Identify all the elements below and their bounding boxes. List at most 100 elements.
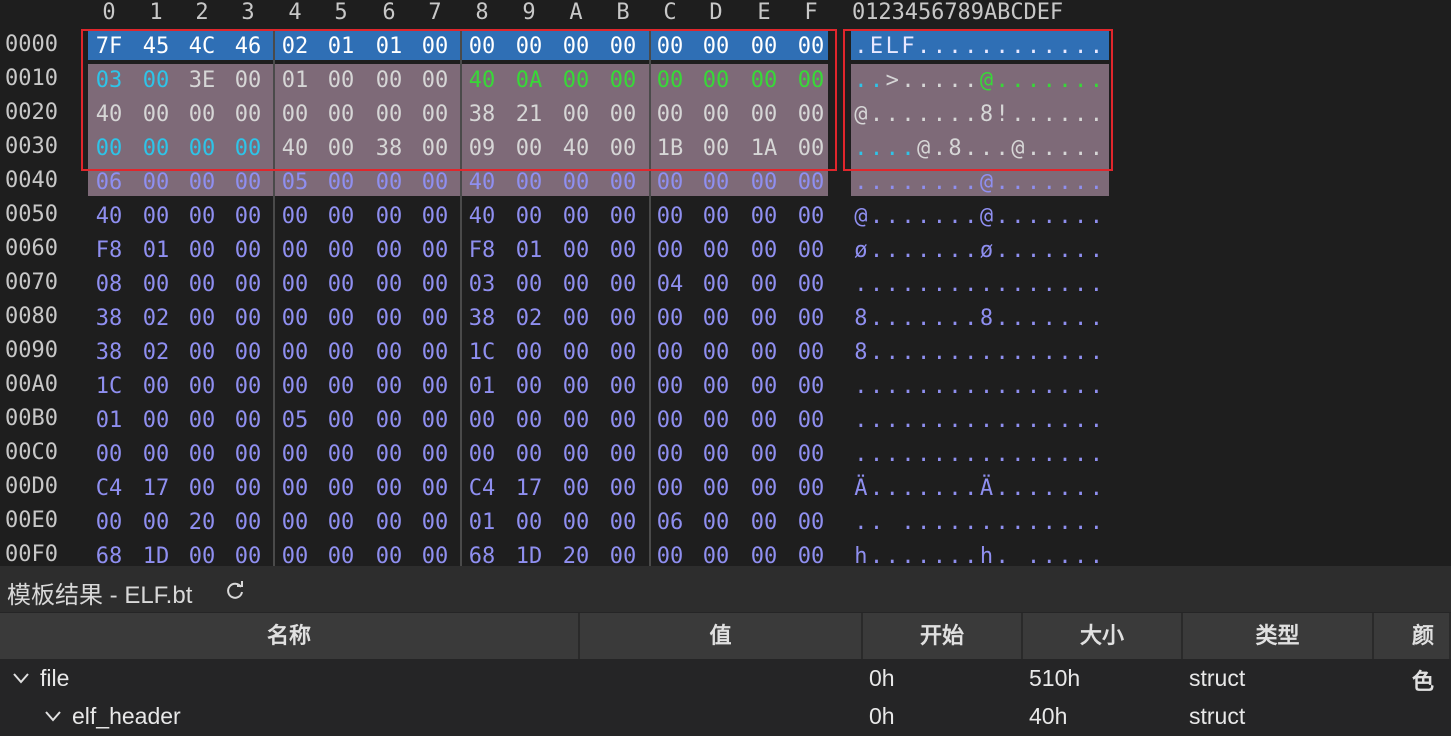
hex-byte[interactable]: 00 [651,302,689,336]
hex-byte[interactable]: 00 [276,302,314,336]
hex-byte[interactable]: 00 [276,336,314,370]
ascii-char[interactable]: . [1057,370,1073,404]
hex-byte[interactable]: 00 [322,302,360,336]
hex-byte[interactable]: 00 [322,200,360,234]
ascii-char[interactable]: . [932,540,948,566]
hex-byte[interactable]: 04 [651,268,689,302]
hex-byte[interactable]: 00 [370,336,408,370]
ascii-char[interactable]: . [947,268,963,302]
ascii-char[interactable]: . [900,166,916,200]
ascii-char[interactable]: . [900,268,916,302]
ascii-char[interactable]: . [900,506,916,540]
ascii-char[interactable]: . [979,268,995,302]
hex-byte[interactable]: 00 [322,370,360,404]
ascii-char[interactable]: . [869,268,885,302]
ascii-char[interactable]: 8 [853,336,869,370]
ascii-char[interactable]: . [853,438,869,472]
hex-byte[interactable]: 00 [183,370,221,404]
hex-byte[interactable]: 00 [792,472,830,506]
hex-byte[interactable]: 00 [90,438,128,472]
ascii-char[interactable]: . [932,370,948,404]
hex-byte[interactable]: 00 [229,438,267,472]
hex-byte[interactable]: 1D [137,540,175,566]
hex-byte[interactable]: 00 [416,200,454,234]
tree-row[interactable]: elf_header 0h 40h struct [0,697,1451,735]
ascii-char[interactable]: . [869,472,885,506]
ascii-char[interactable]: . [963,506,979,540]
ascii-char[interactable]: . [1057,302,1073,336]
ascii-char[interactable]: . [1010,302,1026,336]
ascii-char[interactable]: . [884,302,900,336]
ascii-char[interactable]: . [1057,234,1073,268]
ascii-char[interactable]: Ä [979,472,995,506]
hex-byte[interactable]: 00 [416,234,454,268]
ascii-char[interactable]: . [963,540,979,566]
hex-byte[interactable]: 00 [651,336,689,370]
ascii-char[interactable]: . [1073,404,1089,438]
ascii-char[interactable]: . [963,268,979,302]
ascii-char[interactable]: ø [853,234,869,268]
hex-byte[interactable]: 00 [276,506,314,540]
hex-byte[interactable]: 38 [90,336,128,370]
ascii-char[interactable]: . [1010,268,1026,302]
ascii-char[interactable]: . [916,268,932,302]
ascii-char[interactable]: @ [853,200,869,234]
ascii-char[interactable]: . [1041,268,1057,302]
ascii-char[interactable]: . [963,438,979,472]
ascii-char[interactable]: . [1010,506,1026,540]
hex-byte[interactable]: 17 [137,472,175,506]
hex-byte[interactable]: 00 [604,370,642,404]
ascii-char[interactable]: . [900,540,916,566]
hex-byte[interactable]: C4 [463,472,501,506]
hex-byte[interactable]: 00 [557,404,595,438]
ascii-char[interactable]: . [853,268,869,302]
ascii-char[interactable]: . [932,438,948,472]
hex-byte[interactable]: 00 [557,336,595,370]
column-header-4[interactable]: 类型 [1183,613,1374,659]
hex-byte[interactable]: 00 [557,438,595,472]
hex-byte[interactable]: 00 [510,336,548,370]
hex-byte[interactable]: 00 [416,302,454,336]
hex-byte[interactable]: 00 [370,370,408,404]
hex-byte[interactable]: 00 [276,472,314,506]
hex-byte[interactable]: 00 [651,472,689,506]
hex-byte[interactable]: 00 [137,506,175,540]
ascii-char[interactable]: h [979,540,995,566]
column-header-2[interactable]: 开始 [863,613,1023,659]
hex-byte[interactable]: 00 [604,438,642,472]
hex-byte[interactable]: 00 [510,506,548,540]
hex-byte[interactable]: 1C [90,370,128,404]
hex-byte[interactable]: 01 [137,234,175,268]
ascii-char[interactable]: . [1089,438,1105,472]
hex-byte[interactable]: 00 [229,370,267,404]
hex-byte[interactable]: 01 [90,404,128,438]
ascii-char[interactable]: . [932,472,948,506]
ascii-char[interactable]: . [869,166,885,200]
ascii-char[interactable]: . [869,200,885,234]
hex-byte[interactable]: F8 [90,234,128,268]
hex-byte[interactable]: 00 [183,472,221,506]
hex-byte[interactable]: 00 [229,302,267,336]
ascii-char[interactable]: . [884,336,900,370]
hex-byte[interactable]: 00 [745,370,783,404]
ascii-char[interactable]: . [963,472,979,506]
hex-byte[interactable]: 00 [370,268,408,302]
ascii-char[interactable]: . [884,472,900,506]
ascii-char[interactable]: . [994,506,1010,540]
ascii-char[interactable]: . [1010,472,1026,506]
hex-byte[interactable]: 00 [792,200,830,234]
hex-byte[interactable]: 00 [183,336,221,370]
hex-byte[interactable]: 00 [370,234,408,268]
ascii-char[interactable]: . [1057,438,1073,472]
hex-byte[interactable]: 00 [557,370,595,404]
hex-byte[interactable]: 00 [792,404,830,438]
hex-byte[interactable]: 00 [322,234,360,268]
hex-byte[interactable]: 1C [463,336,501,370]
ascii-char[interactable]: . [853,506,869,540]
hex-byte[interactable]: 00 [510,438,548,472]
hex-byte[interactable]: 00 [697,404,735,438]
hex-byte[interactable]: 1D [510,540,548,566]
ascii-char[interactable]: . [900,200,916,234]
ascii-char[interactable]: . [1057,472,1073,506]
ascii-char[interactable]: . [900,234,916,268]
